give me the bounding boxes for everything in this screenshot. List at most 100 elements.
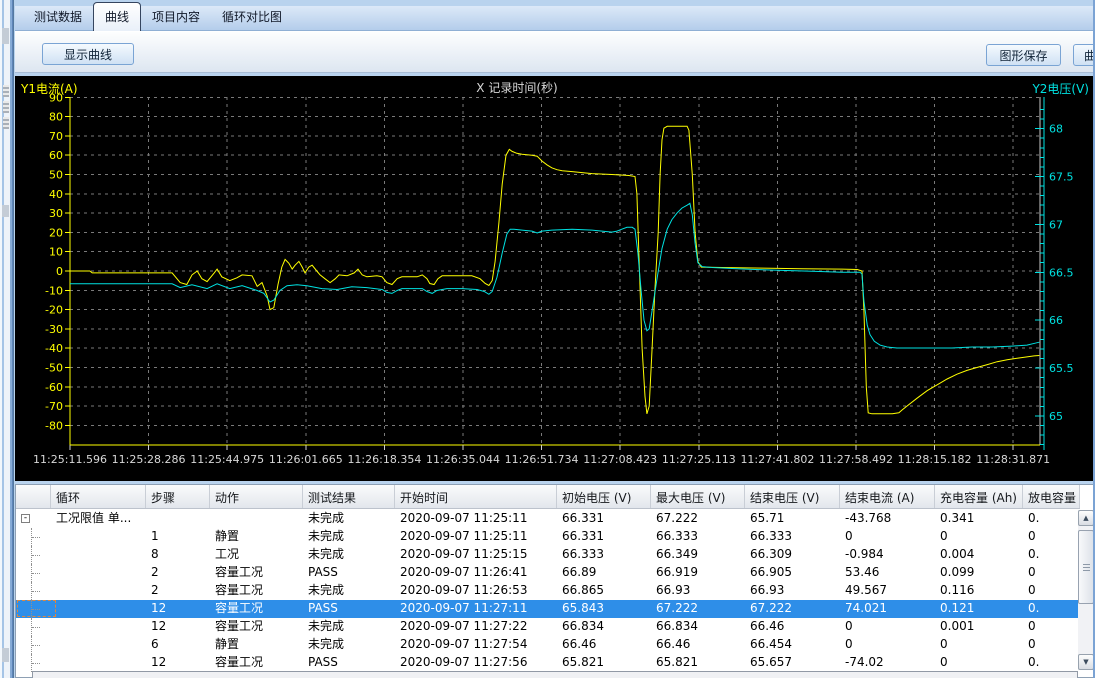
table-row[interactable]: 2容量工况未完成2020-09-07 11:26:5366.86566.9366…	[16, 582, 1080, 600]
column-header[interactable]: 测试结果	[303, 485, 395, 508]
table-row[interactable]: 12容量工况未完成2020-09-07 11:27:2266.83466.834…	[16, 618, 1080, 636]
table-row[interactable]: 8工况未完成2020-09-07 11:25:1566.33366.34966.…	[16, 546, 1080, 564]
column-header[interactable]: 动作	[210, 485, 303, 508]
cell-cycle	[51, 582, 146, 600]
y1-tick-label: 0	[56, 265, 63, 278]
y1-axis-title: Y1电流(A)	[20, 82, 78, 96]
table-header: 循环步骤动作测试结果开始时间初始电压 (V)最大电压 (V)结束电压 (V)结束…	[16, 485, 1080, 509]
column-header[interactable]: 循环	[51, 485, 146, 508]
column-header[interactable]: 步骤	[146, 485, 210, 508]
screen: 测试数据曲线项目内容循环对比图 显示曲线 图形保存 曲 908070605040…	[0, 0, 1095, 678]
cell-v_init: 66.331	[557, 528, 651, 546]
cell-action: 容量工况	[210, 564, 303, 582]
cell-start: 2020-09-07 11:27:56	[395, 654, 557, 672]
tree-line	[32, 537, 40, 538]
x-tick-label: 11:27:41.802	[740, 453, 814, 466]
tree-cell	[16, 564, 51, 582]
y1-tick-label: -80	[45, 419, 63, 432]
column-header[interactable]: 最大电压 (V)	[651, 485, 745, 508]
cell-result: 未完成	[303, 636, 395, 654]
tree-cell	[16, 546, 51, 564]
table-row[interactable]: 12容量工况PASS2020-09-07 11:27:5665.82165.82…	[16, 654, 1080, 672]
cell-step: 6	[146, 636, 210, 654]
column-header[interactable]: 初始电压 (V)	[557, 485, 651, 508]
cell-result: PASS	[303, 600, 395, 618]
tree-cell	[16, 582, 51, 600]
background-window-item	[3, 85, 9, 97]
cell-i_end: -74.02	[840, 654, 935, 672]
column-header[interactable]: 结束电流 (A)	[840, 485, 935, 508]
tab-1[interactable]: 曲线	[93, 2, 141, 31]
cell-result: 未完成	[303, 510, 395, 528]
vertical-scrollbar[interactable]: ▲ ▼	[1078, 510, 1094, 670]
y2-tick-label: 66	[1049, 314, 1063, 327]
tab-2[interactable]: 项目内容	[141, 4, 211, 30]
table-row[interactable]: 6静置未完成2020-09-07 11:27:5466.4666.4666.45…	[16, 636, 1080, 654]
tree-cell	[16, 600, 51, 618]
cell-result: PASS	[303, 654, 395, 672]
y1-tick-label: 20	[49, 226, 63, 239]
cell-action: 容量工况	[210, 654, 303, 672]
scroll-up-button[interactable]: ▲	[1078, 510, 1094, 526]
cell-i_end: 0	[840, 528, 935, 546]
y1-tick-label: 70	[49, 130, 63, 143]
tab-3[interactable]: 循环对比图	[211, 4, 293, 30]
y2-tick-label: 65	[1049, 410, 1063, 423]
tree-cell	[16, 618, 51, 636]
x-tick-label: 11:27:58.492	[819, 453, 893, 466]
results-table-panel: 循环步骤动作测试结果开始时间初始电压 (V)最大电压 (V)结束电压 (V)结束…	[15, 484, 1094, 678]
cell-result: PASS	[303, 564, 395, 582]
horizontal-scrollbar[interactable]	[32, 671, 1078, 678]
cell-v_end: 65.657	[745, 654, 840, 672]
cell-start: 2020-09-07 11:27:22	[395, 618, 557, 636]
cell-step: 12	[146, 618, 210, 636]
column-header[interactable]: 开始时间	[395, 485, 557, 508]
cell-result: 未完成	[303, 528, 395, 546]
y2-axis-title: Y2电压(V)	[1031, 82, 1089, 96]
table-row[interactable]: 2容量工况PASS2020-09-07 11:26:4166.8966.9196…	[16, 564, 1080, 582]
cell-i_end: 49.567	[840, 582, 935, 600]
table-row[interactable]: 1静置未完成2020-09-07 11:25:1166.33166.33366.…	[16, 528, 1080, 546]
cell-action	[210, 510, 303, 528]
cell-cap_dchg: 0	[1023, 564, 1080, 582]
table-row[interactable]: -工况限值 单...未完成2020-09-07 11:25:1166.33167…	[16, 510, 1080, 528]
cell-cycle	[51, 528, 146, 546]
partial-clipped-button[interactable]: 曲	[1073, 44, 1095, 66]
current-curve	[70, 126, 1039, 414]
cell-step	[146, 510, 210, 528]
column-header[interactable]: 结束电压 (V)	[745, 485, 840, 508]
cell-v_end: 66.905	[745, 564, 840, 582]
y1-tick-label: -60	[45, 381, 63, 394]
cell-cycle: 工况限值 单...	[51, 510, 146, 528]
cell-action: 工况	[210, 546, 303, 564]
cell-cap_dchg: 0.	[1023, 600, 1080, 618]
header-tree-cell[interactable]	[16, 485, 51, 508]
cell-v_max: 66.349	[651, 546, 745, 564]
cell-start: 2020-09-07 11:27:54	[395, 636, 557, 654]
tree-cell	[16, 528, 51, 546]
cell-v_end: 65.71	[745, 510, 840, 528]
column-header[interactable]: 放电容量 (Ah)	[1023, 485, 1080, 508]
cell-cycle	[51, 618, 146, 636]
cell-start: 2020-09-07 11:25:11	[395, 528, 557, 546]
y1-tick-label: -10	[45, 284, 63, 297]
scroll-down-button[interactable]: ▼	[1078, 654, 1094, 670]
scrollbar-thumb[interactable]	[1078, 530, 1094, 604]
cell-cap_dchg: 0.	[1023, 654, 1080, 672]
show-curve-button[interactable]: 显示曲线	[42, 43, 134, 65]
cell-start: 2020-09-07 11:26:41	[395, 564, 557, 582]
table-row[interactable]: 12容量工况PASS2020-09-07 11:27:1165.84367.22…	[16, 600, 1080, 618]
tab-0[interactable]: 测试数据	[23, 4, 93, 30]
cell-i_end: -43.768	[840, 510, 935, 528]
chart-svg: 9080706050403020100-10-20-30-40-50-60-70…	[15, 76, 1094, 481]
cell-v_end: 66.333	[745, 528, 840, 546]
x-tick-label: 11:26:18.354	[347, 453, 421, 466]
tree-expand-icon[interactable]: -	[21, 514, 30, 523]
column-header[interactable]: 充电容量 (Ah)	[935, 485, 1023, 508]
cell-i_end: 0	[840, 636, 935, 654]
x-tick-label: 11:27:08.423	[583, 453, 657, 466]
save-graph-button[interactable]: 图形保存	[986, 44, 1061, 66]
cell-result: 未完成	[303, 546, 395, 564]
cell-action: 静置	[210, 528, 303, 546]
tab-bar: 测试数据曲线项目内容循环对比图	[15, 6, 1093, 31]
